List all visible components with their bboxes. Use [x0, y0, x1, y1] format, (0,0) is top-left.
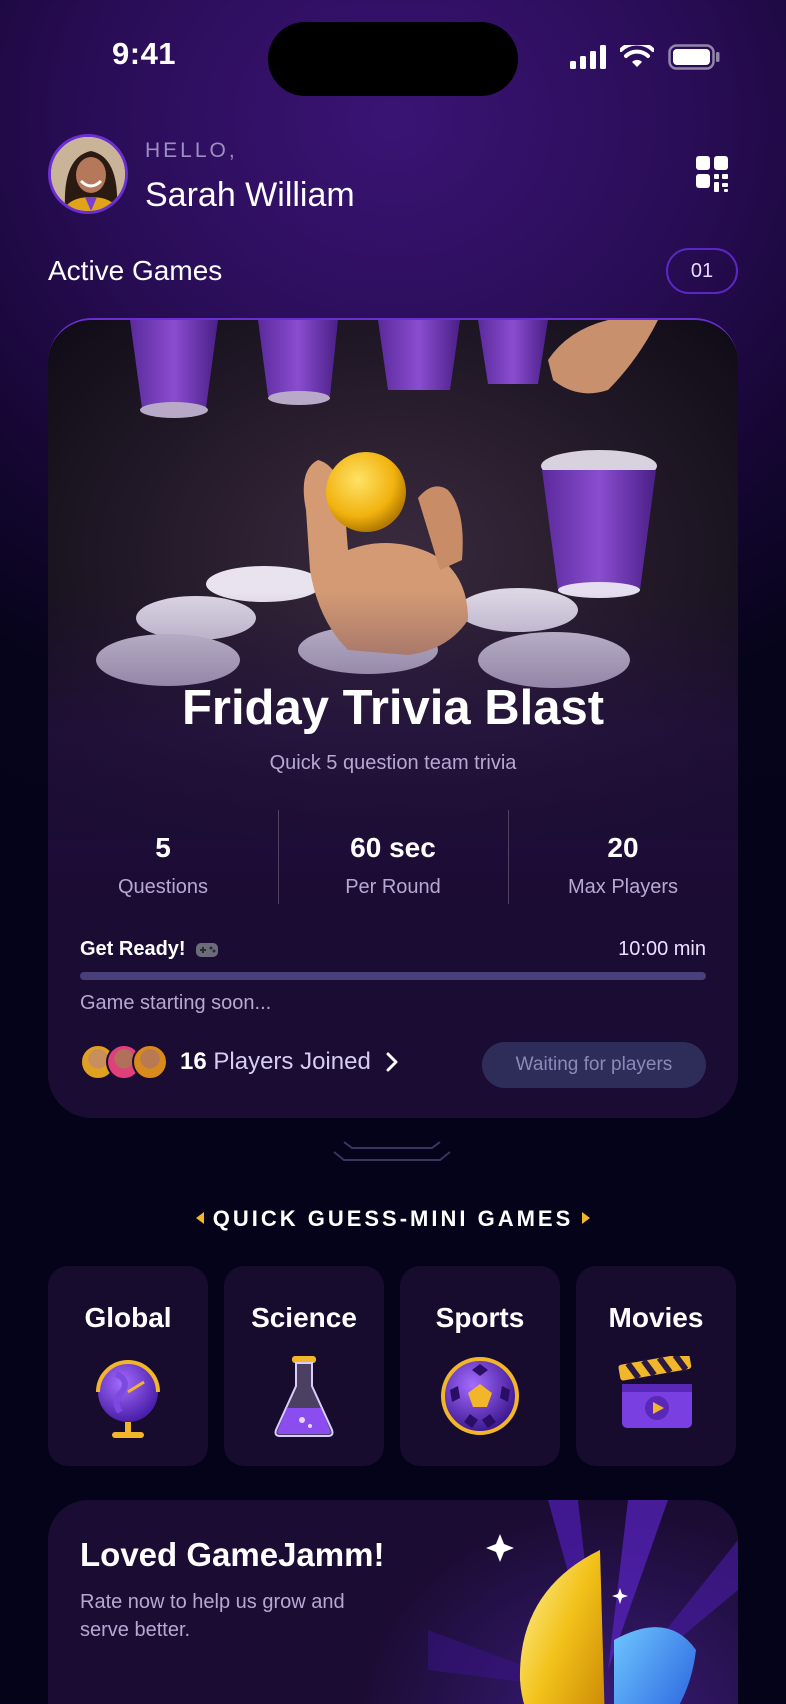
countdown-timer: 10:00 min: [618, 938, 706, 960]
active-games-count-badge[interactable]: 01: [666, 248, 738, 294]
stat-value: 60 sec: [350, 832, 436, 863]
qr-code-icon[interactable]: [696, 156, 730, 192]
flask-icon: [274, 1356, 334, 1437]
rate-card-subtitle: Rate now to help us grow and serve bette…: [80, 1591, 345, 1641]
chevron-right-icon: [386, 1052, 398, 1072]
status-time: 9:41: [112, 36, 177, 71]
tile-label: Sports: [435, 1302, 525, 1333]
rate-card-title: Loved GameJamm!: [80, 1536, 385, 1573]
dynamic-island: [268, 22, 518, 96]
get-ready-row: Get Ready!: [80, 938, 218, 961]
players-joined-text: 16 Players Joined: [180, 1048, 371, 1076]
gamejamm-logo-art: [428, 1500, 738, 1704]
right-arrow-decor-icon: [582, 1212, 591, 1224]
players-joined-link[interactable]: 16 Players Joined: [80, 1044, 399, 1080]
player-avatar: [132, 1044, 168, 1080]
stat-value: 5: [155, 832, 171, 863]
stat-questions: 5 Questions: [48, 810, 278, 910]
game-stats: 5 Questions 60 sec Per Round 20 Max Play…: [48, 810, 738, 910]
stat-label: Per Round: [345, 876, 441, 898]
soccer-ball-icon: [441, 1357, 519, 1435]
game-title: Friday Trivia Blast: [181, 681, 605, 735]
game-subtitle: Quick 5 question team trivia: [269, 752, 517, 774]
tile-label: Movies: [608, 1302, 704, 1333]
mini-game-tile-science[interactable]: Science: [224, 1266, 384, 1466]
user-avatar[interactable]: [48, 134, 128, 214]
avatar-portrait: [51, 137, 125, 211]
globe-icon: [96, 1360, 160, 1438]
tile-label: Global: [84, 1302, 172, 1333]
mini-game-tile-sports[interactable]: Sports: [400, 1266, 560, 1466]
mini-game-tile-movies[interactable]: Movies: [576, 1266, 736, 1466]
clapperboard-icon: [618, 1353, 692, 1428]
left-arrow-decor-icon: [195, 1212, 204, 1224]
wifi-icon: [620, 45, 654, 67]
mini-games-title: QUICK GUESS-MINI GAMES: [0, 1206, 786, 1232]
active-game-card[interactable]: Friday Trivia Blast Quick 5 question tea…: [48, 318, 738, 1118]
greeting-label: HELLO,: [145, 139, 238, 162]
players-label: Players Joined: [213, 1048, 371, 1075]
mini-game-tile-global[interactable]: Global: [48, 1266, 208, 1466]
user-name: Sarah William: [145, 176, 355, 214]
players-count: 16: [180, 1048, 207, 1075]
carousel-handle[interactable]: [332, 1140, 452, 1164]
cellular-signal-icon: [570, 45, 606, 69]
rate-app-card[interactable]: Loved GameJamm! Rate now to help us grow…: [48, 1500, 738, 1704]
waiting-for-players-button[interactable]: Waiting for players: [482, 1042, 706, 1088]
tile-label: Science: [251, 1302, 357, 1333]
gamepad-icon: [195, 942, 218, 957]
stat-value: 20: [607, 832, 639, 863]
stat-label: Questions: [117, 876, 209, 898]
active-games-title: Active Games: [48, 255, 223, 286]
game-status-text: Game starting soon...: [80, 992, 272, 1014]
get-ready-label: Get Ready!: [80, 938, 186, 960]
stat-per-round: 60 sec Per Round: [278, 810, 508, 910]
mini-games-title-text: QUICK GUESS-MINI GAMES: [212, 1206, 574, 1231]
stat-label: Max Players: [567, 876, 679, 898]
stat-max-players: 20 Max Players: [508, 810, 738, 910]
mini-games-grid: Global Science Sports Movies: [48, 1266, 738, 1466]
start-progress-bar: [80, 972, 706, 980]
status-icons: [570, 44, 720, 70]
battery-icon: [668, 44, 720, 70]
